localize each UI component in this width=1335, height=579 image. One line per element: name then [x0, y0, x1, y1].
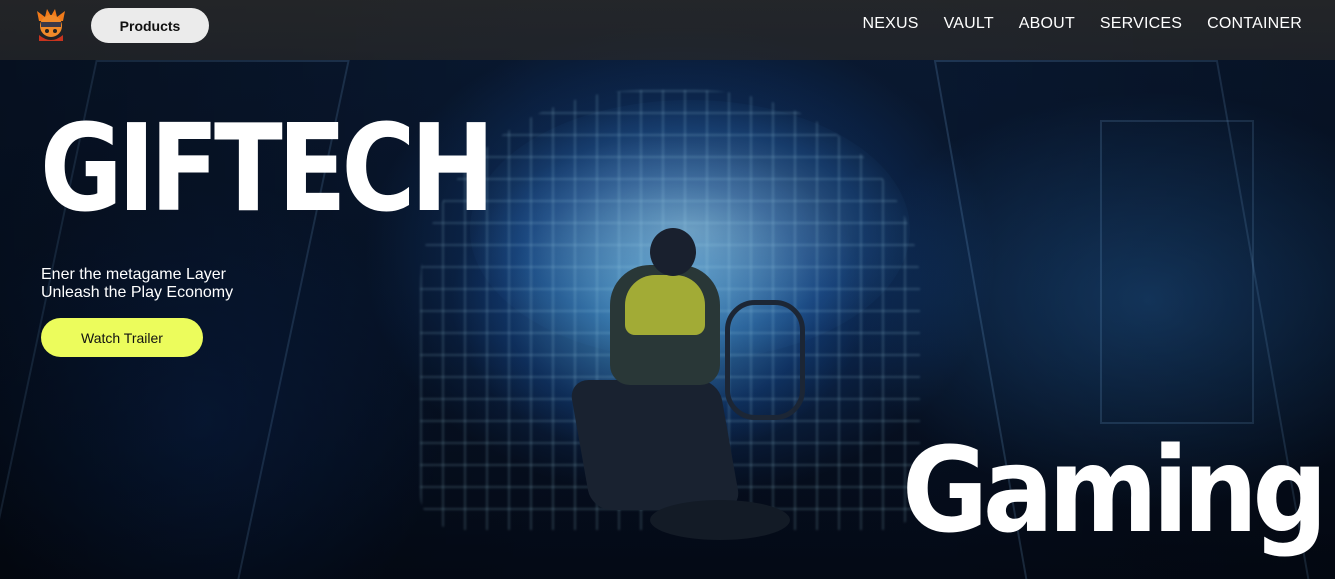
hero-big-word: Gaming: [901, 421, 1328, 559]
nav-link-nexus[interactable]: NEXUS: [862, 15, 918, 33]
nav-link-vault[interactable]: VAULT: [944, 15, 994, 33]
nav-link-about[interactable]: ABOUT: [1019, 15, 1075, 33]
top-navbar: Products NEXUS VAULT ABOUT SERVICES CONT…: [0, 0, 1335, 60]
hero-title: GIFTECH: [40, 100, 495, 239]
watch-trailer-button[interactable]: Watch Trailer: [41, 318, 203, 357]
tagline-line-2: Unleash the Play Economy: [41, 284, 234, 301]
products-button[interactable]: Products: [91, 8, 209, 43]
nav-link-container[interactable]: CONTAINER: [1207, 15, 1302, 33]
main-nav: NEXUS VAULT ABOUT SERVICES CONTAINER: [837, 15, 1302, 33]
hero-tagline: Ener the metagame Layer Unleash the Play…: [41, 266, 233, 302]
ninja-mascot-logo-icon[interactable]: [33, 7, 69, 43]
tagline-line-1: Ener the metagame Layer: [41, 266, 226, 283]
nav-link-services[interactable]: SERVICES: [1100, 15, 1182, 33]
